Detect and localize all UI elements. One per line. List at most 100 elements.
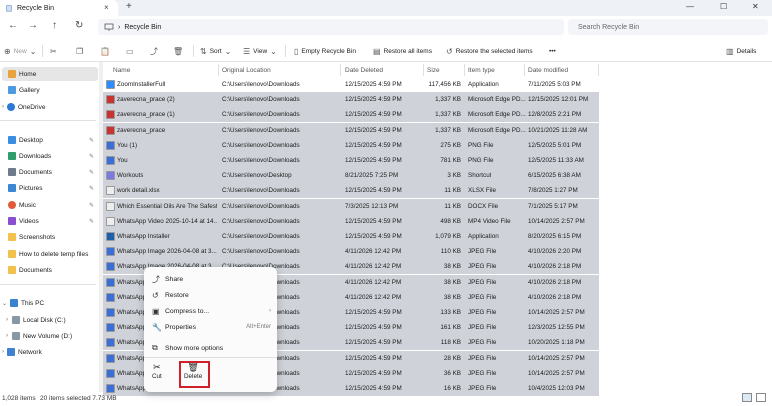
table-row[interactable]: WhatsApp Installer C:\Users\lenovo\Downlo…	[103, 229, 599, 244]
file-icon	[106, 156, 115, 165]
back-icon[interactable]: ←	[8, 20, 18, 31]
restore-selected-button[interactable]: ↺ Restore the selected items	[446, 40, 533, 62]
more-options-button[interactable]: •••	[549, 40, 556, 62]
rename-button[interactable]: ▭	[126, 40, 137, 62]
minimize-button[interactable]: —	[686, 2, 694, 11]
table-row[interactable]: You C:\Users\lenovo\Downloads 12/15/2025 4…	[103, 153, 599, 168]
cell-name: ZoomInstallerFull	[117, 81, 166, 88]
address-field[interactable]: › Recycle Bin	[98, 19, 564, 35]
cut-button[interactable]: ✂	[50, 40, 60, 62]
column-header-item-type[interactable]: Item type	[468, 64, 495, 76]
details-button[interactable]: ▥ Details	[726, 40, 756, 62]
menu-item-compress[interactable]: ▣ Compress to... ›	[144, 303, 277, 319]
cell-type: Microsoft Edge PD...	[468, 111, 526, 119]
search-placeholder: Search Recycle Bin	[578, 23, 640, 31]
table-row[interactable]: zaverecna_prace (1) C:\Users\lenovo\Downl…	[103, 107, 599, 123]
restore-all-button[interactable]: ▤ Restore all items	[373, 40, 432, 62]
tab-recycle-bin[interactable]: Recycle Bin ×	[0, 0, 118, 16]
pin-icon[interactable]: ✎	[89, 202, 94, 209]
table-row[interactable]: WhatsApp Video 2025-10-14 at 14... C:\Use…	[103, 213, 599, 229]
sidebar-item-network[interactable]: › Network	[2, 345, 98, 359]
pin-icon[interactable]: ✎	[89, 185, 94, 192]
sidebar-item-videos[interactable]: Videos ✎	[2, 214, 98, 228]
cell-loc: C:\Users\lenovo\Downloads	[222, 81, 300, 88]
cell-size: 110 KB	[440, 248, 461, 256]
sidebar-item-gallery[interactable]: Gallery	[2, 83, 98, 97]
details-view-icon[interactable]	[742, 393, 752, 402]
copy-button[interactable]: ❐	[76, 40, 86, 62]
forward-icon[interactable]: →	[28, 20, 38, 31]
file-icon	[106, 277, 115, 287]
menu-cut-button[interactable]: ✂ Cut	[152, 362, 162, 380]
gallery-icon	[8, 86, 16, 94]
table-row[interactable]: ZoomInstallerFull C:\Users\lenovo\Downloa…	[103, 77, 599, 92]
menu-item-restore[interactable]: ↺ Restore	[144, 287, 277, 303]
cell-modified: 4/10/2026 2:18 PM	[528, 293, 582, 301]
table-row[interactable]: Workouts C:\Users\lenovo\Desktop 8/21/2025…	[103, 168, 599, 184]
up-icon[interactable]: ↑	[52, 20, 57, 31]
file-icon	[106, 186, 115, 196]
sidebar-item-local-disk[interactable]: › Local Disk (C:)	[2, 313, 98, 327]
menu-item-show-more-options[interactable]: ⧉ Show more options	[144, 340, 277, 356]
table-row[interactable]: zaverecna_prace (2) C:\Users\lenovo\Downl…	[103, 92, 599, 108]
table-row[interactable]: Which Essential Oils Are The Safest... C:…	[103, 198, 599, 214]
tab-title: Recycle Bin	[17, 4, 54, 12]
sidebar-item-onedrive[interactable]: › OneDrive	[2, 100, 98, 114]
menu-item-properties[interactable]: 🔧 Properties Alt+Enter	[144, 319, 277, 335]
column-divider[interactable]	[524, 64, 525, 76]
new-button[interactable]: ⊕ New ⌄	[4, 40, 39, 62]
sidebar-item-desktop[interactable]: Desktop ✎	[2, 133, 98, 147]
sidebar-item-documents[interactable]: Documents ✎	[2, 165, 98, 179]
column-header-date-deleted[interactable]: Date Deleted	[345, 64, 383, 76]
column-header-original-location[interactable]: Original Location	[222, 64, 271, 76]
column-header-name[interactable]: Name	[113, 64, 130, 76]
table-row[interactable]: work detail.xlsx C:\Users\lenovo\Download…	[103, 183, 599, 199]
cell-size: 28 KB	[443, 354, 461, 362]
cell-size: 38 KB	[443, 278, 461, 286]
search-input[interactable]: Search Recycle Bin	[568, 19, 768, 35]
pin-icon[interactable]: ✎	[89, 218, 94, 225]
music-icon	[8, 201, 16, 209]
sidebar-item-downloads[interactable]: Downloads ✎	[2, 149, 98, 163]
cell-name: WhatsApp	[117, 293, 147, 301]
sidebar-item-music[interactable]: Music ✎	[2, 198, 98, 212]
pin-icon[interactable]: ✎	[89, 137, 94, 144]
sidebar-item-home[interactable]: Home	[2, 67, 98, 81]
sidebar-item-new-volume[interactable]: › New Volume (D:)	[2, 329, 98, 343]
sidebar-item-pictures[interactable]: Pictures ✎	[2, 181, 98, 195]
sort-button[interactable]: ⇅ Sort ⌄	[200, 40, 234, 62]
sidebar-item-how-to-delete[interactable]: How to delete temp files	[2, 247, 98, 261]
empty-recycle-bin-button[interactable]: ▯ Empty Recycle Bin	[294, 40, 356, 62]
close-button[interactable]: ✕	[752, 2, 759, 11]
share-button[interactable]: ⤴	[150, 40, 161, 62]
column-divider[interactable]	[218, 64, 219, 76]
menu-item-share[interactable]: ⤴ Share	[144, 271, 277, 287]
sidebar-item-documents-folder[interactable]: Documents	[2, 263, 98, 277]
column-divider[interactable]	[423, 64, 424, 76]
table-row[interactable]: WhatsApp Image 2026-04-08 at 3... C:\User…	[103, 244, 599, 260]
tiles-view-icon[interactable]	[756, 393, 766, 402]
network-icon	[7, 348, 15, 356]
table-row[interactable]: zaverecna_prace C:\Users\lenovo\Downloads…	[103, 122, 599, 138]
table-row[interactable]: You (1) C:\Users\lenovo\Downloads 12/15/20…	[103, 137, 599, 153]
column-divider[interactable]	[340, 64, 341, 76]
cell-name: zaverecna_prace (2)	[117, 96, 175, 104]
cell-type: JPEG File	[468, 293, 497, 301]
tab-close-icon[interactable]: ×	[104, 3, 109, 12]
column-divider[interactable]	[598, 64, 599, 76]
column-divider[interactable]	[464, 64, 465, 76]
breadcrumb[interactable]: Recycle Bin	[124, 24, 161, 31]
pin-icon[interactable]: ✎	[89, 153, 94, 160]
sidebar-item-this-pc[interactable]: ⌄ This PC	[2, 296, 98, 310]
refresh-icon[interactable]: ↻	[75, 20, 83, 31]
maximize-button[interactable]: ☐	[720, 2, 727, 11]
column-header-size[interactable]: Size	[427, 64, 440, 76]
view-button[interactable]: ☰ View ⌄	[243, 40, 280, 62]
column-header-date-modified[interactable]: Date modified	[528, 64, 568, 76]
paste-button[interactable]: 📋	[100, 40, 113, 62]
pin-icon[interactable]: ✎	[89, 169, 94, 176]
delete-toolbar-button[interactable]: 🗑	[173, 40, 186, 62]
cell-modified: 8/20/2025 6:15 PM	[528, 233, 582, 240]
new-tab-button[interactable]: +	[126, 1, 132, 12]
sidebar-item-screenshots[interactable]: Screenshots	[2, 230, 98, 244]
